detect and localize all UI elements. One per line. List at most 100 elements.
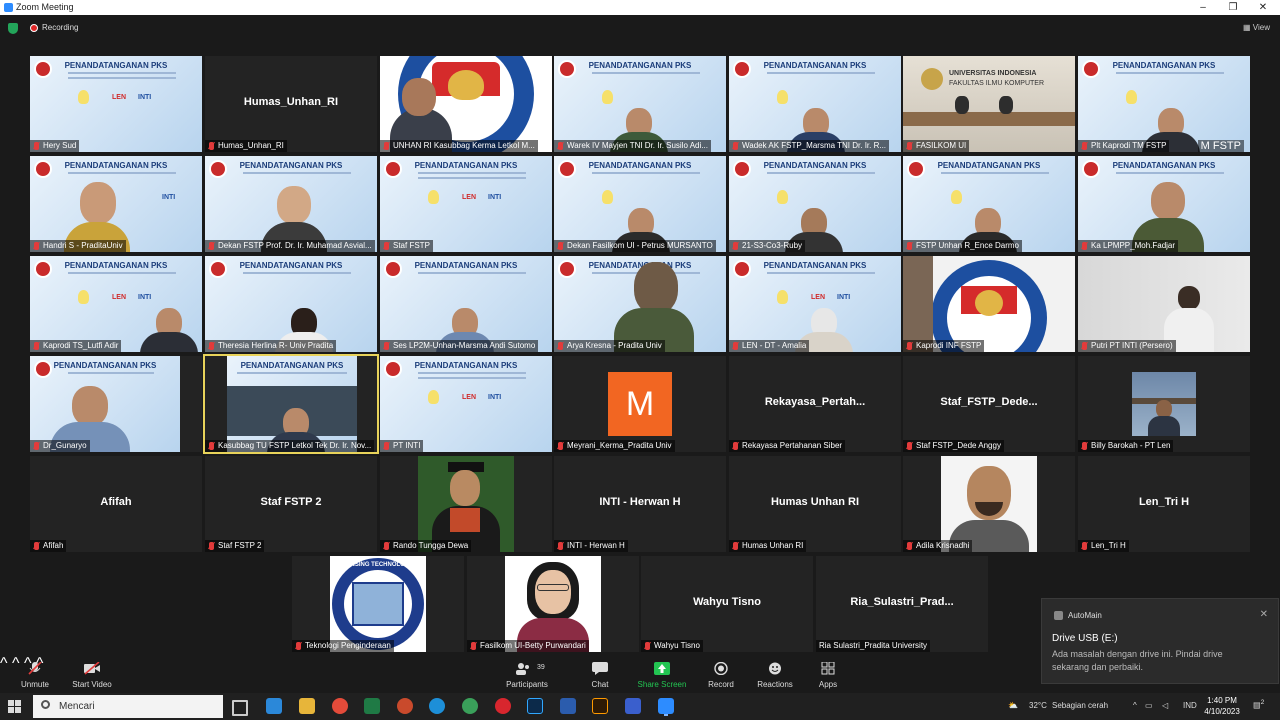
participant-name: Ses LP2M-Unhan-Marsma Andi Sutomo bbox=[380, 340, 539, 352]
speaker-icon[interactable]: ◁ bbox=[1162, 701, 1168, 710]
illustrator-app-icon[interactable] bbox=[592, 698, 608, 714]
muted-mic-icon bbox=[558, 542, 563, 550]
edge-beta-browser-icon[interactable] bbox=[462, 698, 478, 714]
edge-browser-icon[interactable] bbox=[429, 698, 445, 714]
excel-app-icon[interactable] bbox=[364, 698, 380, 714]
input-language[interactable]: IND bbox=[1183, 701, 1197, 710]
taskbar-search-box[interactable]: Mencari bbox=[33, 695, 223, 718]
windows-start-icon[interactable] bbox=[8, 700, 22, 714]
task-view-icon[interactable] bbox=[232, 700, 248, 716]
video-tile[interactable]: Humas Unhan RI Humas Unhan RI bbox=[729, 456, 901, 552]
zoom-app-taskbar-icon[interactable] bbox=[658, 698, 674, 714]
muted-mic-icon bbox=[733, 442, 738, 450]
video-tile[interactable]: UNIVERSITAS INDONESIA FAKULTAS ILMU KOMP… bbox=[903, 56, 1075, 152]
video-tile[interactable]: PENANDATANGANAN PKS Dekan Fasilkom UI - … bbox=[554, 156, 726, 252]
weather-icon[interactable]: ⛅ bbox=[1008, 701, 1018, 710]
video-tile[interactable]: PENANDATANGANAN PKS Warek IV Mayjen TNI … bbox=[554, 56, 726, 152]
search-icon bbox=[41, 700, 50, 709]
maximize-button[interactable]: ❐ bbox=[1218, 0, 1248, 15]
taskbar-clock[interactable]: 1:40 PM 4/10/2023 bbox=[1200, 695, 1244, 717]
weather-description[interactable]: Sebagian cerah bbox=[1052, 701, 1108, 710]
view-button[interactable]: ▦ View bbox=[1243, 23, 1270, 32]
notification-center-icon[interactable]: ▤2 bbox=[1253, 699, 1264, 710]
muted-mic-icon bbox=[384, 142, 389, 150]
video-tile[interactable]: PENANDATANGANAN PKS Dekan FSTP Prof. Dr.… bbox=[205, 156, 377, 252]
lightbulb-icon bbox=[78, 90, 89, 104]
video-tile[interactable]: PENANDATANGANAN PKS Ka LPMPP_Moh.Fadjar bbox=[1078, 156, 1250, 252]
weather-temperature[interactable]: 32°C bbox=[1029, 701, 1047, 710]
video-tile[interactable]: Afifah Afifah bbox=[30, 456, 202, 552]
video-tile[interactable]: SENSING TECHNOLOGY Teknologi Penginderaa… bbox=[292, 556, 464, 652]
video-tile[interactable]: Staf FSTP 2 Staf FSTP 2 bbox=[205, 456, 377, 552]
video-tile-active-speaker[interactable]: PENANDATANGANAN PKS Kasubbag TU FSTP Let… bbox=[203, 354, 379, 454]
photoshop-app-icon[interactable] bbox=[527, 698, 543, 714]
participant-name: Humas_Unhan_RI bbox=[205, 140, 287, 152]
video-tile[interactable]: Putri PT INTI (Persero) bbox=[1078, 256, 1250, 352]
video-tile[interactable]: Wahyu Tisno Wahyu Tisno bbox=[641, 556, 813, 652]
chat-button[interactable]: Chat bbox=[565, 655, 635, 693]
muted-mic-icon bbox=[733, 142, 738, 150]
participant-display-name: INTI - Herwan H bbox=[599, 496, 681, 508]
video-tile[interactable]: PENANDATANGANAN PKS LEN INTI Hery Sud bbox=[30, 56, 202, 152]
participant-name: Rando Tungga Dewa bbox=[380, 540, 472, 552]
video-tile[interactable]: PENANDATANGANAN PKS LEN INTI PT INTI bbox=[380, 356, 552, 452]
opera-browser-icon[interactable] bbox=[495, 698, 511, 714]
file-explorer-icon[interactable] bbox=[299, 698, 315, 714]
mail-app-icon[interactable] bbox=[266, 698, 282, 714]
notification-close-icon[interactable]: ✕ bbox=[1260, 609, 1268, 620]
participants-button[interactable]: Participants bbox=[492, 655, 562, 693]
store-app-icon[interactable] bbox=[625, 698, 641, 714]
muted-mic-icon bbox=[384, 442, 389, 450]
apps-button[interactable]: Apps bbox=[793, 655, 863, 693]
video-tile[interactable]: PENANDATANGANAN PKS 21-S3-Co3-Ruby bbox=[729, 156, 901, 252]
video-tile[interactable]: Len_Tri H Len_Tri H bbox=[1078, 456, 1250, 552]
video-tile[interactable]: Ria_Sulastri_Prad... Ria Sulastri_Pradit… bbox=[816, 556, 988, 652]
close-button[interactable]: ✕ bbox=[1248, 0, 1278, 15]
security-shield-icon[interactable] bbox=[8, 23, 18, 34]
video-tile[interactable]: PENANDATANGANAN PKS LEN INTI LEN - DT - Am… bbox=[729, 256, 901, 352]
muted-mic-icon bbox=[733, 542, 738, 550]
video-tile[interactable]: UNHAN RI Kasubbag Kerma Letkol M... bbox=[380, 56, 552, 152]
participant-name: 21-S3-Co3-Ruby bbox=[729, 240, 806, 252]
video-tile[interactable]: PENANDATANGANAN PKS Wadek AK FSTP_Marsma… bbox=[729, 56, 901, 152]
windows-notification-toast[interactable]: AutoMain ✕ Drive USB (E:) Ada masalah de… bbox=[1041, 598, 1279, 684]
tray-overflow-chevron-icon[interactable]: ^ bbox=[1133, 701, 1137, 710]
word-app-icon[interactable] bbox=[560, 698, 576, 714]
muted-mic-icon bbox=[34, 542, 39, 550]
participant-name: Billy Barokah - PT Len bbox=[1078, 440, 1174, 452]
video-tile[interactable]: PENANDATANGANAN PKS INTI Handri S - Pradi… bbox=[30, 156, 202, 252]
chat-icon bbox=[592, 662, 608, 675]
start-video-button[interactable]: Start Video bbox=[57, 655, 127, 693]
window-title: Zoom Meeting bbox=[16, 2, 74, 12]
video-tile[interactable]: PENANDATANGANAN PKS FSTP Unhan R_Ence Da… bbox=[903, 156, 1075, 252]
video-tile[interactable]: Billy Barokah - PT Len bbox=[1078, 356, 1250, 452]
video-tile[interactable]: Fasilkom UI-Betty Purwandari bbox=[467, 556, 639, 652]
presentation-slide: PENANDATANGANAN PKS LEN INTI bbox=[380, 356, 552, 452]
video-tile[interactable]: PENANDATANGANAN PKS Dr_Gunaryo bbox=[30, 356, 202, 452]
participant-name: PT INTI bbox=[380, 440, 424, 452]
video-tile[interactable]: Kaprodi INF FSTP bbox=[903, 256, 1075, 352]
participant-name: INTI - Herwan H bbox=[554, 540, 628, 552]
video-tile[interactable]: INTI - Herwan H INTI - Herwan H bbox=[554, 456, 726, 552]
video-tile[interactable]: PENANDATANGANAN PKS Arya Kresna - Pradit… bbox=[554, 256, 726, 352]
chrome-browser-icon[interactable] bbox=[332, 698, 348, 714]
video-tile[interactable]: Adila Krisnadhi bbox=[903, 456, 1075, 552]
participant-name: Handri S - PraditaUniv bbox=[30, 240, 126, 252]
muted-mic-icon bbox=[558, 442, 563, 450]
muted-mic-icon bbox=[733, 342, 738, 350]
network-icon[interactable]: ▭ bbox=[1145, 701, 1153, 710]
muted-mic-icon bbox=[907, 142, 912, 150]
video-tile[interactable]: PENANDATANGANAN PKS M FSTP Plt Kaprodi T… bbox=[1078, 56, 1250, 152]
muted-mic-icon bbox=[1082, 142, 1087, 150]
video-tile[interactable]: PENANDATANGANAN PKS Theresia Herlina R- … bbox=[205, 256, 377, 352]
minimize-button[interactable]: – bbox=[1188, 0, 1218, 15]
video-tile[interactable]: M Meyrani_Kerma_Pradita Univ bbox=[554, 356, 726, 452]
video-tile[interactable]: PENANDATANGANAN PKS LEN INTI Kaprodi TS_Lu… bbox=[30, 256, 202, 352]
powerpoint-app-icon[interactable] bbox=[397, 698, 413, 714]
video-tile[interactable]: Staf_FSTP_Dede... Staf FSTP_Dede Anggy bbox=[903, 356, 1075, 452]
video-tile[interactable]: Rando Tungga Dewa bbox=[380, 456, 552, 552]
video-tile[interactable]: Rekayasa_Pertah... Rekayasa Pertahanan S… bbox=[729, 356, 901, 452]
video-tile[interactable]: PENANDATANGANAN PKS Ses LP2M-Unhan-Marsm… bbox=[380, 256, 552, 352]
video-tile[interactable]: PENANDATANGANAN PKS LEN INTI Staf FSTP bbox=[380, 156, 552, 252]
video-tile[interactable]: Humas_Unhan_RI Humas_Unhan_RI bbox=[205, 56, 377, 152]
